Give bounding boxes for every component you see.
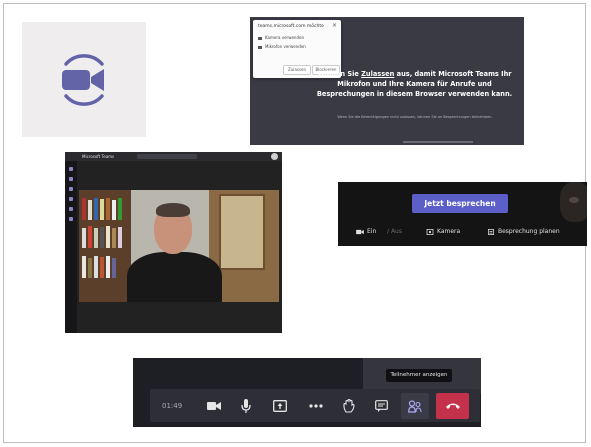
camera-preview-detail [569, 197, 579, 203]
video-toggle[interactable]: Ein [356, 228, 376, 235]
popup-option-camera: Kamera verwenden [258, 35, 304, 40]
microphone-toggle-button[interactable] [232, 393, 260, 419]
join-meeting-screenshot: Jetzt besprechen Ein / Aus Kamera Bespre… [338, 182, 587, 246]
video-camera-icon [356, 229, 364, 234]
close-icon[interactable]: × [332, 22, 337, 29]
join-now-button[interactable]: Jetzt besprechen [412, 194, 508, 213]
more-options-button[interactable] [302, 393, 330, 419]
camera-settings-label: Kamera [437, 228, 461, 235]
schedule-meeting-button[interactable]: Besprechung planen [487, 228, 560, 235]
calendar-icon[interactable] [69, 197, 73, 201]
video-toggle-label: Ein [367, 228, 377, 235]
video-camera-icon [62, 54, 104, 106]
teams-app-screenshot: Microsoft Teams [65, 152, 282, 333]
share-screen-button[interactable] [266, 393, 294, 419]
audio-toggle[interactable]: / Aus [387, 228, 402, 235]
bookshelf [79, 190, 131, 302]
audio-toggle-label: Aus [390, 228, 402, 235]
app-title: Microsoft Teams [82, 154, 115, 159]
camera-settings-button[interactable]: Kamera [426, 228, 460, 235]
share-screen-icon [273, 400, 287, 412]
chat-icon[interactable] [69, 177, 73, 181]
microphone-icon [258, 45, 262, 49]
popup-title: teams.microsoft.com möchte [258, 24, 324, 29]
participants-button[interactable] [401, 393, 429, 419]
calendar-icon [488, 228, 494, 235]
call-timer: 01:49 [162, 402, 183, 410]
avatar[interactable] [271, 153, 278, 160]
call-controls-screenshot: Teilnehmer anzeigen 01:49 [133, 358, 481, 427]
teams-camera-tile [22, 22, 146, 137]
raise-hand-icon [343, 399, 355, 413]
chat-button[interactable] [367, 393, 395, 419]
hang-up-button[interactable] [436, 393, 469, 419]
permission-note: Wenn Sie die Berechtigungen nicht zulass… [337, 115, 493, 119]
raise-hand-button[interactable] [335, 393, 363, 419]
calls-icon[interactable] [69, 207, 73, 211]
search-input[interactable] [137, 154, 197, 159]
activity-icon[interactable] [69, 167, 73, 171]
camera-settings-icon [426, 228, 434, 235]
files-icon[interactable] [69, 217, 73, 221]
app-rail [65, 161, 77, 333]
microphone-icon [241, 399, 251, 413]
teams-icon[interactable] [69, 187, 73, 191]
person-body [127, 252, 222, 302]
permission-message: Wählen Sie Zulassen aus, damit Microsoft… [316, 70, 513, 98]
hang-up-icon [445, 403, 460, 409]
webcam-video [79, 190, 279, 302]
window-glass [219, 194, 265, 270]
participants-tooltip: Teilnehmer anzeigen [386, 369, 452, 382]
more-options-icon [309, 404, 323, 408]
schedule-meeting-label: Besprechung planen [498, 228, 560, 235]
permission-screenshot: teams.microsoft.com möchte × Kamera verw… [250, 17, 524, 145]
camera-icon [258, 36, 262, 40]
allow-button[interactable]: Zulassen [283, 65, 311, 75]
scrollbar[interactable] [403, 141, 473, 143]
video-camera-icon [207, 402, 221, 410]
participants-icon [408, 399, 422, 413]
camera-toggle-button[interactable] [200, 393, 228, 419]
chat-icon [374, 400, 388, 412]
popup-option-microphone: Mikrofon verwenden [258, 44, 306, 49]
person-hair [156, 203, 190, 217]
